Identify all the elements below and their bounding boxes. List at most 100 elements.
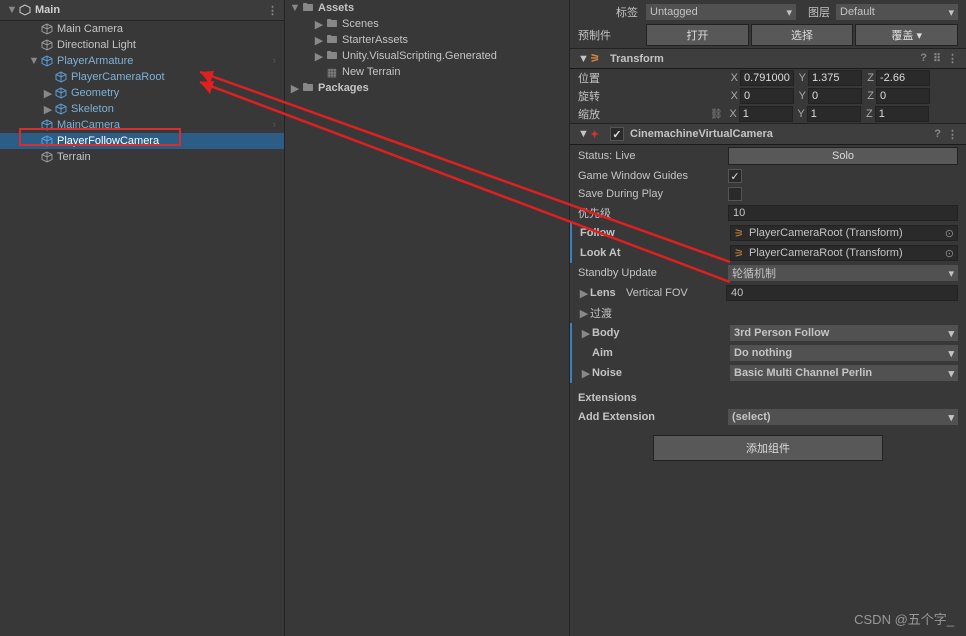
chevron-right-icon[interactable]: ▶ <box>580 327 592 340</box>
transform-icon: ⚞ <box>734 227 746 239</box>
chevron-down-icon[interactable]: ▼ <box>578 128 590 140</box>
object-picker-icon[interactable]: ⊙ <box>945 227 954 240</box>
prefab-arrow-icon[interactable]: › <box>272 119 276 131</box>
scene-name: Main <box>35 4 60 16</box>
help-icon[interactable]: ? <box>934 128 941 141</box>
link-icon[interactable]: ⛓ <box>710 109 723 120</box>
follow-field[interactable]: ⚞ PlayerCameraRoot (Transform) ⊙ <box>730 225 958 241</box>
hierarchy-item[interactable]: ▶ Geometry <box>0 85 284 101</box>
chevron-right-icon[interactable]: ▶ <box>578 287 590 300</box>
solo-button[interactable]: Solo <box>728 147 958 165</box>
add-component-button[interactable]: 添加组件 <box>653 435 883 461</box>
cinemachine-header[interactable]: ▼ ✦ ✓ CinemachineVirtualCamera ?⋮ <box>570 123 966 145</box>
folder-icon: 🖿 <box>325 33 339 47</box>
expand-icon[interactable]: ▶ <box>42 87 54 100</box>
lookat-field[interactable]: ⚞ PlayerCameraRoot (Transform) ⊙ <box>730 245 958 261</box>
extension-dropdown[interactable]: (select)▾ <box>728 409 958 425</box>
cinemachine-icon: ✦ <box>590 128 606 141</box>
layer-dropdown[interactable]: Default▾ <box>836 4 958 20</box>
packages-folder[interactable]: ▶ 🖿 Packages <box>285 80 569 96</box>
pos-x-input[interactable] <box>740 70 794 86</box>
scale-z-input[interactable] <box>875 106 929 122</box>
item-label: New Terrain <box>342 66 401 78</box>
cube-icon <box>40 54 54 68</box>
hierarchy-scene-header[interactable]: ▼ Main ⋮ <box>0 0 284 21</box>
cube-icon <box>54 102 68 116</box>
object-picker-icon[interactable]: ⊙ <box>945 247 954 260</box>
cube-icon <box>54 86 68 100</box>
folder-icon: 🖿 <box>301 81 315 95</box>
asset-icon: ▦ <box>325 65 339 79</box>
prefab-open-button[interactable]: 打开 <box>646 24 749 46</box>
item-label: PlayerFollowCamera <box>57 135 159 147</box>
body-dropdown[interactable]: 3rd Person Follow▾ <box>730 325 958 341</box>
hierarchy-item[interactable]: Directional Light <box>0 37 284 53</box>
fov-input[interactable] <box>726 285 958 301</box>
prefab-arrow-icon[interactable]: › <box>272 55 276 67</box>
chevron-down-icon[interactable]: ▼ <box>578 53 590 65</box>
item-label: PlayerCameraRoot <box>71 71 165 83</box>
hierarchy-item[interactable]: MainCamera › <box>0 117 284 133</box>
item-label: Skeleton <box>71 103 114 115</box>
item-label: Geometry <box>71 87 119 99</box>
pos-y-input[interactable] <box>808 70 862 86</box>
chevron-right-icon[interactable]: ▶ <box>578 307 590 320</box>
expand-icon[interactable]: ▶ <box>313 50 325 63</box>
kebab-icon[interactable]: ⋮ <box>267 4 278 17</box>
save-play-checkbox[interactable] <box>728 187 742 201</box>
prefab-override-button[interactable]: 覆盖 ▾ <box>855 24 958 46</box>
expand-icon[interactable]: ▼ <box>28 55 40 67</box>
cube-icon <box>40 134 54 148</box>
component-enabled-checkbox[interactable]: ✓ <box>610 127 624 141</box>
chevron-right-icon[interactable]: ▶ <box>580 367 592 380</box>
hierarchy-item[interactable]: ▼ PlayerArmature › <box>0 53 284 69</box>
item-label: Scenes <box>342 18 379 30</box>
prefab-arrow-icon[interactable]: › <box>272 135 276 147</box>
item-label: Unity.VisualScripting.Generated <box>342 50 497 62</box>
cube-icon <box>40 38 54 52</box>
noise-dropdown[interactable]: Basic Multi Channel Perlin▾ <box>730 365 958 381</box>
item-label: StarterAssets <box>342 34 408 46</box>
layer-label: 图层 <box>796 4 836 20</box>
tag-dropdown[interactable]: Untagged▾ <box>646 4 796 20</box>
hierarchy-item[interactable]: PlayerFollowCamera › <box>0 133 284 149</box>
project-item[interactable]: ▦ New Terrain <box>285 64 569 80</box>
expand-icon[interactable]: ▶ <box>313 18 325 31</box>
tag-label: 标签 <box>616 4 646 20</box>
preset-icon[interactable]: ⠿ <box>933 52 941 65</box>
chevron-right-icon[interactable]: ▶ <box>289 82 301 95</box>
hierarchy-item[interactable]: PlayerCameraRoot <box>0 69 284 85</box>
transform-icon: ⚞ <box>590 52 606 65</box>
chevron-down-icon: ▾ <box>948 6 954 19</box>
project-item[interactable]: ▶ 🖿 Unity.VisualScripting.Generated <box>285 48 569 64</box>
priority-input[interactable] <box>728 205 958 221</box>
chevron-down-icon[interactable]: ▼ <box>6 4 18 16</box>
rot-z-input[interactable] <box>876 88 930 104</box>
hierarchy-item[interactable]: Main Camera <box>0 21 284 37</box>
prefab-label: 预制件 <box>578 27 646 43</box>
expand-icon[interactable]: ▶ <box>42 103 54 116</box>
chevron-down-icon[interactable]: ▼ <box>289 2 301 14</box>
item-label: PlayerArmature <box>57 55 133 67</box>
expand-icon[interactable]: ▶ <box>313 34 325 47</box>
aim-dropdown[interactable]: Do nothing▾ <box>730 345 958 361</box>
kebab-icon[interactable]: ⋮ <box>947 52 958 65</box>
kebab-icon[interactable]: ⋮ <box>947 128 958 141</box>
hierarchy-item[interactable]: ▶ Skeleton <box>0 101 284 117</box>
project-panel: ▼ 🖿 Assets ▶ 🖿 Scenes▶ 🖿 StarterAssets▶ … <box>285 0 570 636</box>
hierarchy-item[interactable]: Terrain <box>0 149 284 165</box>
help-icon[interactable]: ? <box>920 52 927 65</box>
standby-dropdown[interactable]: 轮循机制▾ <box>728 265 958 281</box>
inspector-panel: 标签 Untagged▾ 图层 Default▾ 预制件 打开 选择 覆盖 ▾ … <box>570 0 966 636</box>
rot-x-input[interactable] <box>740 88 794 104</box>
prefab-select-button[interactable]: 选择 <box>751 24 854 46</box>
rot-y-input[interactable] <box>808 88 862 104</box>
pos-z-input[interactable] <box>876 70 930 86</box>
scale-y-input[interactable] <box>807 106 861 122</box>
transform-header[interactable]: ▼ ⚞ Transform ?⠿⋮ <box>570 48 966 69</box>
scale-x-input[interactable] <box>739 106 793 122</box>
folder-icon: 🖿 <box>325 49 339 63</box>
cube-icon <box>40 118 54 132</box>
guides-checkbox[interactable]: ✓ <box>728 169 742 183</box>
item-label: Directional Light <box>57 39 136 51</box>
